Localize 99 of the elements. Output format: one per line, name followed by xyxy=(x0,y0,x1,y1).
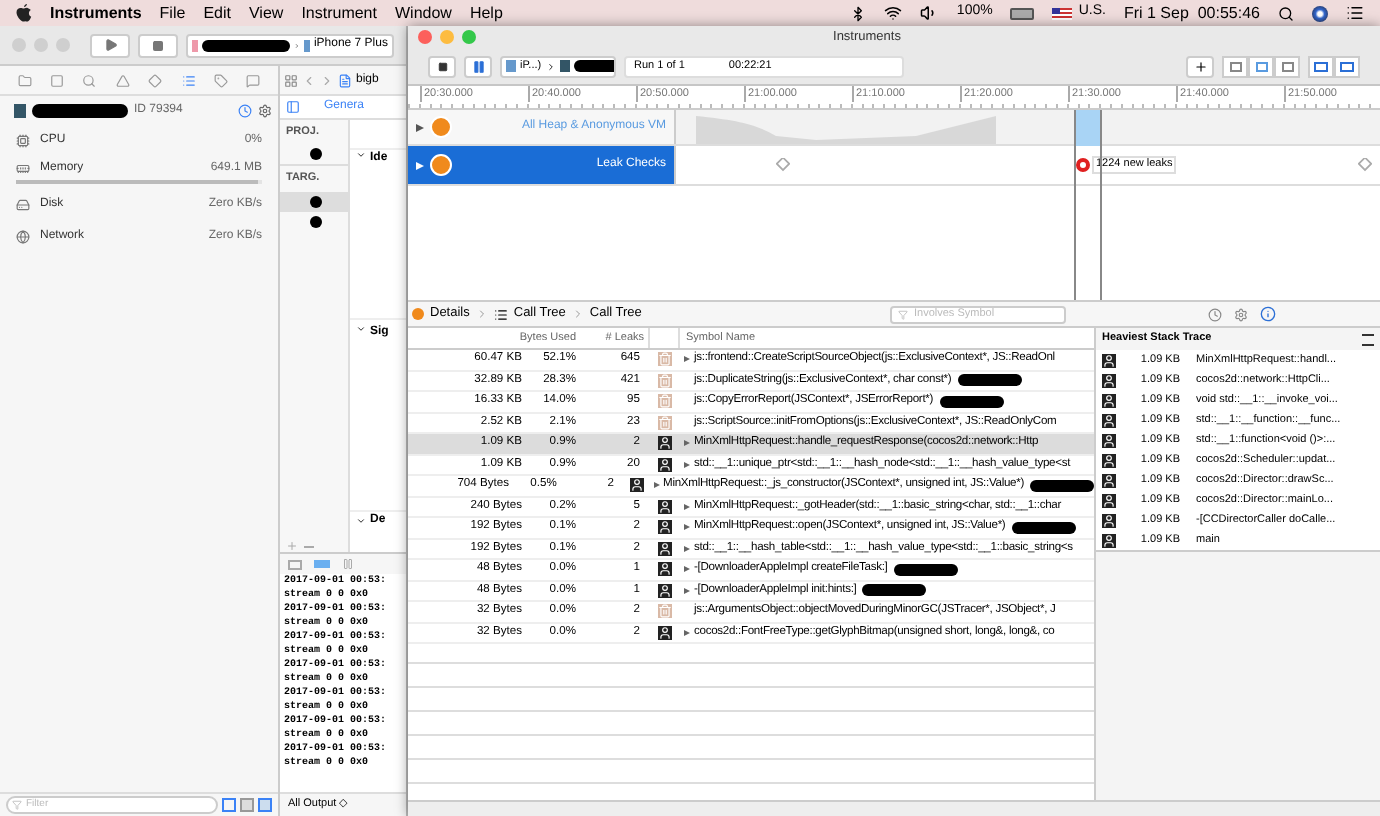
disclosure-icon[interactable] xyxy=(356,150,366,160)
view-button[interactable] xyxy=(1248,55,1274,77)
user-library-icon xyxy=(1102,453,1116,467)
marker-icon[interactable] xyxy=(776,158,790,172)
disclosure-icon[interactable] xyxy=(416,161,424,169)
user-library-icon xyxy=(657,583,671,598)
user-library-icon xyxy=(1102,433,1116,447)
user-library-icon xyxy=(1102,393,1116,407)
list-icon[interactable] xyxy=(1346,4,1364,22)
disclosure-icon[interactable] xyxy=(684,629,690,636)
disclosure-icon[interactable] xyxy=(684,440,690,447)
app-icon xyxy=(192,39,198,51)
phone-icon xyxy=(506,60,516,72)
pause-icon xyxy=(471,59,485,73)
sidebar-icon[interactable] xyxy=(286,100,300,114)
navigator-icon[interactable] xyxy=(213,73,228,87)
user-library-icon xyxy=(657,562,671,577)
system-library-icon xyxy=(657,373,671,388)
settings-icon[interactable] xyxy=(258,103,272,117)
settings-icon[interactable] xyxy=(1234,307,1248,321)
menu-item[interactable]: File xyxy=(159,1,186,25)
history-icon[interactable] xyxy=(1208,307,1222,321)
user-library-icon xyxy=(657,625,671,640)
user-library-icon xyxy=(1102,473,1116,487)
user-library-icon xyxy=(1102,413,1116,427)
add-button[interactable] xyxy=(1186,55,1214,77)
navigator-icon[interactable] xyxy=(82,73,97,87)
leak-marker-icon[interactable] xyxy=(1076,158,1090,172)
view-button[interactable] xyxy=(1274,55,1300,77)
bluetooth-icon[interactable] xyxy=(850,5,867,21)
filter-icon xyxy=(12,800,22,810)
menu-item[interactable]: View xyxy=(248,1,284,25)
volume-icon[interactable] xyxy=(920,4,939,22)
user-library-icon xyxy=(1102,513,1116,527)
list-icon xyxy=(493,307,508,321)
menu-item[interactable]: Instrument xyxy=(301,1,377,25)
info-icon[interactable] xyxy=(1260,306,1276,322)
play-icon xyxy=(103,38,117,52)
file-icon xyxy=(338,73,352,87)
pause-button[interactable] xyxy=(464,55,492,77)
user-library-icon xyxy=(1102,533,1116,547)
stop-icon xyxy=(152,39,164,51)
menu-clock[interactable]: Fri 1 Sep 00:55:46 xyxy=(1123,1,1260,25)
panel-toggle-button[interactable] xyxy=(1334,55,1360,77)
disclosure-icon[interactable] xyxy=(684,587,690,594)
user-library-icon xyxy=(657,436,671,451)
search-icon[interactable] xyxy=(1278,5,1294,21)
filter-icon xyxy=(898,309,908,319)
disclosure-icon[interactable] xyxy=(356,516,366,526)
app-icon xyxy=(14,103,26,117)
navigator-icon[interactable] xyxy=(148,73,163,87)
disclosure-icon[interactable] xyxy=(416,123,424,131)
run-button[interactable] xyxy=(90,33,130,57)
user-library-icon xyxy=(657,457,671,472)
navigator-icon[interactable] xyxy=(181,73,196,87)
user-library-icon xyxy=(1102,373,1116,387)
stop-button[interactable] xyxy=(428,55,456,77)
grid-icon[interactable] xyxy=(284,73,298,87)
app-icon xyxy=(559,60,570,72)
disclosure-icon[interactable] xyxy=(684,356,690,363)
view-button[interactable] xyxy=(1222,55,1248,77)
panel-toggle-button[interactable] xyxy=(1308,55,1334,77)
disclosure-icon[interactable] xyxy=(684,566,690,573)
breadcrumb-chevron-icon xyxy=(571,308,584,320)
disclosure-icon[interactable] xyxy=(684,461,690,468)
stop-icon xyxy=(437,61,447,71)
user-library-icon xyxy=(657,541,671,556)
system-library-icon xyxy=(657,604,671,619)
phone-icon xyxy=(303,39,310,51)
target-item[interactable] xyxy=(280,191,348,211)
apple-icon[interactable] xyxy=(16,4,32,22)
navigator-icon[interactable] xyxy=(115,73,130,87)
menu-item[interactable]: Edit xyxy=(203,1,231,25)
chevron-icon xyxy=(293,39,300,51)
siri-icon[interactable] xyxy=(1312,5,1328,21)
user-library-icon xyxy=(657,499,671,514)
flag-icon[interactable] xyxy=(1052,7,1073,19)
system-library-icon xyxy=(657,415,671,430)
battery-icon[interactable] xyxy=(1010,7,1035,19)
user-library-icon xyxy=(629,478,644,493)
system-library-icon xyxy=(657,394,671,409)
app-menu[interactable]: Instruments xyxy=(50,1,142,25)
plus-icon xyxy=(1193,59,1207,73)
wifi-icon[interactable] xyxy=(884,4,903,22)
menu-item[interactable]: Help xyxy=(469,1,503,25)
marker-icon[interactable] xyxy=(1358,158,1372,172)
chevron-icon xyxy=(545,61,556,71)
disclosure-icon[interactable] xyxy=(654,482,661,489)
disclosure-icon[interactable] xyxy=(684,503,690,510)
user-library-icon xyxy=(657,520,671,535)
user-library-icon xyxy=(1102,493,1116,507)
navigator-icon[interactable] xyxy=(17,73,32,87)
menu-item[interactable]: Window xyxy=(394,1,452,25)
disclosure-icon[interactable] xyxy=(684,545,690,552)
redaction-mark xyxy=(310,148,322,161)
disclosure-icon[interactable] xyxy=(684,524,690,531)
breadcrumb-chevron-icon xyxy=(475,308,488,320)
expand-icon[interactable] xyxy=(1362,333,1374,345)
disclosure-icon[interactable] xyxy=(356,324,366,334)
